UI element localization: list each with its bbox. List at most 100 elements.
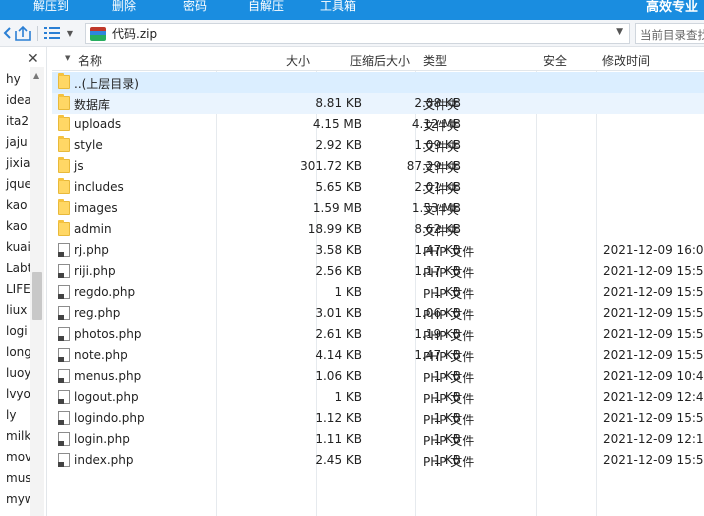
tree-item[interactable]: Labt bbox=[6, 261, 32, 275]
tree-scrollbar[interactable]: ▲ bbox=[30, 67, 44, 516]
address-bar: ▼ 代码.zip ▼ 当前目录查找 bbox=[0, 20, 704, 47]
tree-item[interactable]: long bbox=[6, 345, 32, 359]
file-type: PHP 文件 bbox=[423, 371, 475, 385]
scroll-thumb[interactable] bbox=[32, 272, 42, 320]
sort-down-icon: ▼ bbox=[65, 54, 71, 62]
file-type: PHP 文件 bbox=[423, 308, 475, 322]
file-name: logindo.php bbox=[74, 411, 145, 425]
file-row[interactable]: logindo.php 1.12 KB 1 KB PHP 文件 2021-12-09 1… bbox=[52, 408, 704, 429]
file-row[interactable]: images 1.59 MB 1.53 MB 文件夹 bbox=[52, 198, 704, 219]
file-row[interactable]: rj.php 3.58 KB 1.47 KB PHP 文件 2021-12-09 16:… bbox=[52, 240, 704, 261]
file-modified-time: 2021-12-09 10:45 bbox=[603, 369, 704, 383]
file-name: regdo.php bbox=[74, 285, 136, 299]
file-row[interactable]: 数据库 8.81 KB 2.88 KB 文件夹 bbox=[52, 93, 704, 114]
file-type: PHP 文件 bbox=[423, 350, 475, 364]
file-row[interactable]: note.php 4.14 KB 1.47 KB PHP 文件 2021-12-09 1… bbox=[52, 345, 704, 366]
folder-tree: ✕ hy idea ita2 jaju jixia jque kao kao kuai Labt L… bbox=[0, 47, 47, 516]
file-row[interactable]: index.php 2.45 KB 1 KB PHP 文件 2021-12-09 15:… bbox=[52, 450, 704, 471]
column-security[interactable]: 安全 bbox=[543, 52, 567, 69]
path-field[interactable]: 代码.zip ▼ bbox=[85, 23, 630, 44]
file-name: ..(上层目录) bbox=[74, 77, 139, 91]
column-size[interactable]: 大小 bbox=[286, 52, 310, 69]
brand-slogan: 高效专业 bbox=[645, 0, 698, 15]
tree-item[interactable]: mov bbox=[6, 450, 32, 464]
file-type: 文件夹 bbox=[423, 182, 460, 196]
file-type: PHP 文件 bbox=[423, 392, 475, 406]
close-icon[interactable]: ✕ bbox=[27, 51, 39, 67]
file-list: ..(上层目录) 数据库 8.81 KB 2.88 KB 文件夹 uploads 4.15 … bbox=[52, 47, 704, 516]
folder-icon bbox=[58, 73, 70, 89]
folder-icon bbox=[58, 136, 70, 152]
php-file-icon bbox=[58, 327, 70, 341]
tree-item[interactable]: mus bbox=[6, 471, 32, 485]
php-file-icon bbox=[58, 285, 70, 299]
file-type: PHP 文件 bbox=[423, 434, 475, 448]
path-dropdown-icon[interactable]: ▼ bbox=[616, 27, 623, 37]
tree-item[interactable]: jaju bbox=[6, 135, 28, 149]
toolbox-button[interactable]: 工具箱 bbox=[320, 0, 356, 14]
file-size: 1.11 KB bbox=[315, 432, 362, 446]
file-type: 文件夹 bbox=[423, 140, 460, 154]
extract-to-button[interactable]: 解压到 bbox=[33, 0, 69, 14]
file-row[interactable]: logout.php 1 KB 1 KB PHP 文件 2021-12-09 12:40 bbox=[52, 387, 704, 408]
column-compressed-size[interactable]: 压缩后大小 bbox=[350, 52, 410, 69]
file-type: PHP 文件 bbox=[423, 413, 475, 427]
php-file-icon bbox=[58, 264, 70, 278]
file-row[interactable]: regdo.php 1 KB 1 KB PHP 文件 2021-12-09 15:52 bbox=[52, 282, 704, 303]
tree-item[interactable]: luoy bbox=[6, 366, 31, 380]
folder-icon bbox=[58, 199, 70, 215]
self-extract-button[interactable]: 自解压 bbox=[248, 0, 284, 14]
file-size: 1.59 MB bbox=[312, 201, 362, 215]
file-row[interactable]: admin 18.99 KB 8.62 KB 文件夹 bbox=[52, 219, 704, 240]
tree-item[interactable]: idea bbox=[6, 93, 32, 107]
delete-button[interactable]: 删除 bbox=[112, 0, 136, 14]
scroll-up-icon[interactable]: ▲ bbox=[33, 71, 39, 80]
view-dropdown-icon[interactable]: ▼ bbox=[64, 24, 76, 42]
file-name: note.php bbox=[74, 348, 128, 362]
view-list-icon[interactable] bbox=[42, 24, 62, 42]
file-modified-time: 2021-12-09 15:52 bbox=[603, 453, 704, 467]
file-type: 文件夹 bbox=[423, 203, 460, 217]
file-name: menus.php bbox=[74, 369, 142, 383]
tree-item[interactable]: jque bbox=[6, 177, 32, 191]
file-type: PHP 文件 bbox=[423, 287, 475, 301]
tree-item[interactable]: milk bbox=[6, 429, 31, 443]
file-row[interactable]: js 301.72 KB 87.29 KB 文件夹 bbox=[52, 156, 704, 177]
file-name: uploads bbox=[74, 117, 122, 131]
file-row[interactable]: reg.php 3.01 KB 1.06 KB PHP 文件 2021-12-09 15… bbox=[52, 303, 704, 324]
tree-item[interactable]: logi bbox=[6, 324, 28, 338]
tree-item[interactable]: lvyo bbox=[6, 387, 31, 401]
column-modified[interactable]: 修改时间 bbox=[602, 52, 650, 69]
file-row[interactable]: includes 5.65 KB 2.01 KB 文件夹 bbox=[52, 177, 704, 198]
file-modified-time: 2021-12-09 16:00 bbox=[603, 243, 704, 257]
file-size: 5.65 KB bbox=[315, 180, 362, 194]
file-row[interactable]: menus.php 1.06 KB 1 KB PHP 文件 2021-12-09 10:… bbox=[52, 366, 704, 387]
tree-item[interactable]: kao bbox=[6, 198, 27, 212]
php-file-icon bbox=[58, 348, 70, 362]
file-size: 1 KB bbox=[334, 390, 362, 404]
file-modified-time: 2021-12-09 15:52 bbox=[603, 285, 704, 299]
tree-item[interactable]: ly bbox=[6, 408, 16, 422]
column-name[interactable]: 名称 bbox=[78, 52, 102, 69]
tree-item[interactable]: liux bbox=[6, 303, 27, 317]
file-row[interactable]: photos.php 2.61 KB 1.19 KB PHP 文件 2021-12-09… bbox=[52, 324, 704, 345]
file-row[interactable]: riji.php 2.56 KB 1.17 KB PHP 文件 2021-12-09 1… bbox=[52, 261, 704, 282]
tree-item[interactable]: jixia bbox=[6, 156, 30, 170]
tree-item[interactable]: kuai bbox=[6, 240, 31, 254]
search-input[interactable]: 当前目录查找 bbox=[635, 23, 704, 44]
parent-dir-row[interactable]: ..(上层目录) bbox=[52, 72, 704, 93]
tree-item[interactable]: hy bbox=[6, 72, 21, 86]
tree-item[interactable]: kao bbox=[6, 219, 27, 233]
tree-item[interactable]: LIFE bbox=[6, 282, 31, 296]
path-text: 代码.zip bbox=[112, 27, 158, 41]
file-row[interactable]: login.php 1.11 KB 1 KB PHP 文件 2021-12-09 12:… bbox=[52, 429, 704, 450]
folder-icon bbox=[58, 220, 70, 236]
tree-item[interactable]: ita2 bbox=[6, 114, 29, 128]
password-button[interactable]: 密码 bbox=[183, 0, 207, 14]
file-name: logout.php bbox=[74, 390, 139, 404]
file-row[interactable]: uploads 4.15 MB 4.12 MB 文件夹 bbox=[52, 114, 704, 135]
column-type[interactable]: 类型 bbox=[423, 52, 447, 69]
file-type: PHP 文件 bbox=[423, 455, 475, 469]
up-folder-icon[interactable] bbox=[13, 24, 33, 42]
file-row[interactable]: style 2.92 KB 1.09 KB 文件夹 bbox=[52, 135, 704, 156]
